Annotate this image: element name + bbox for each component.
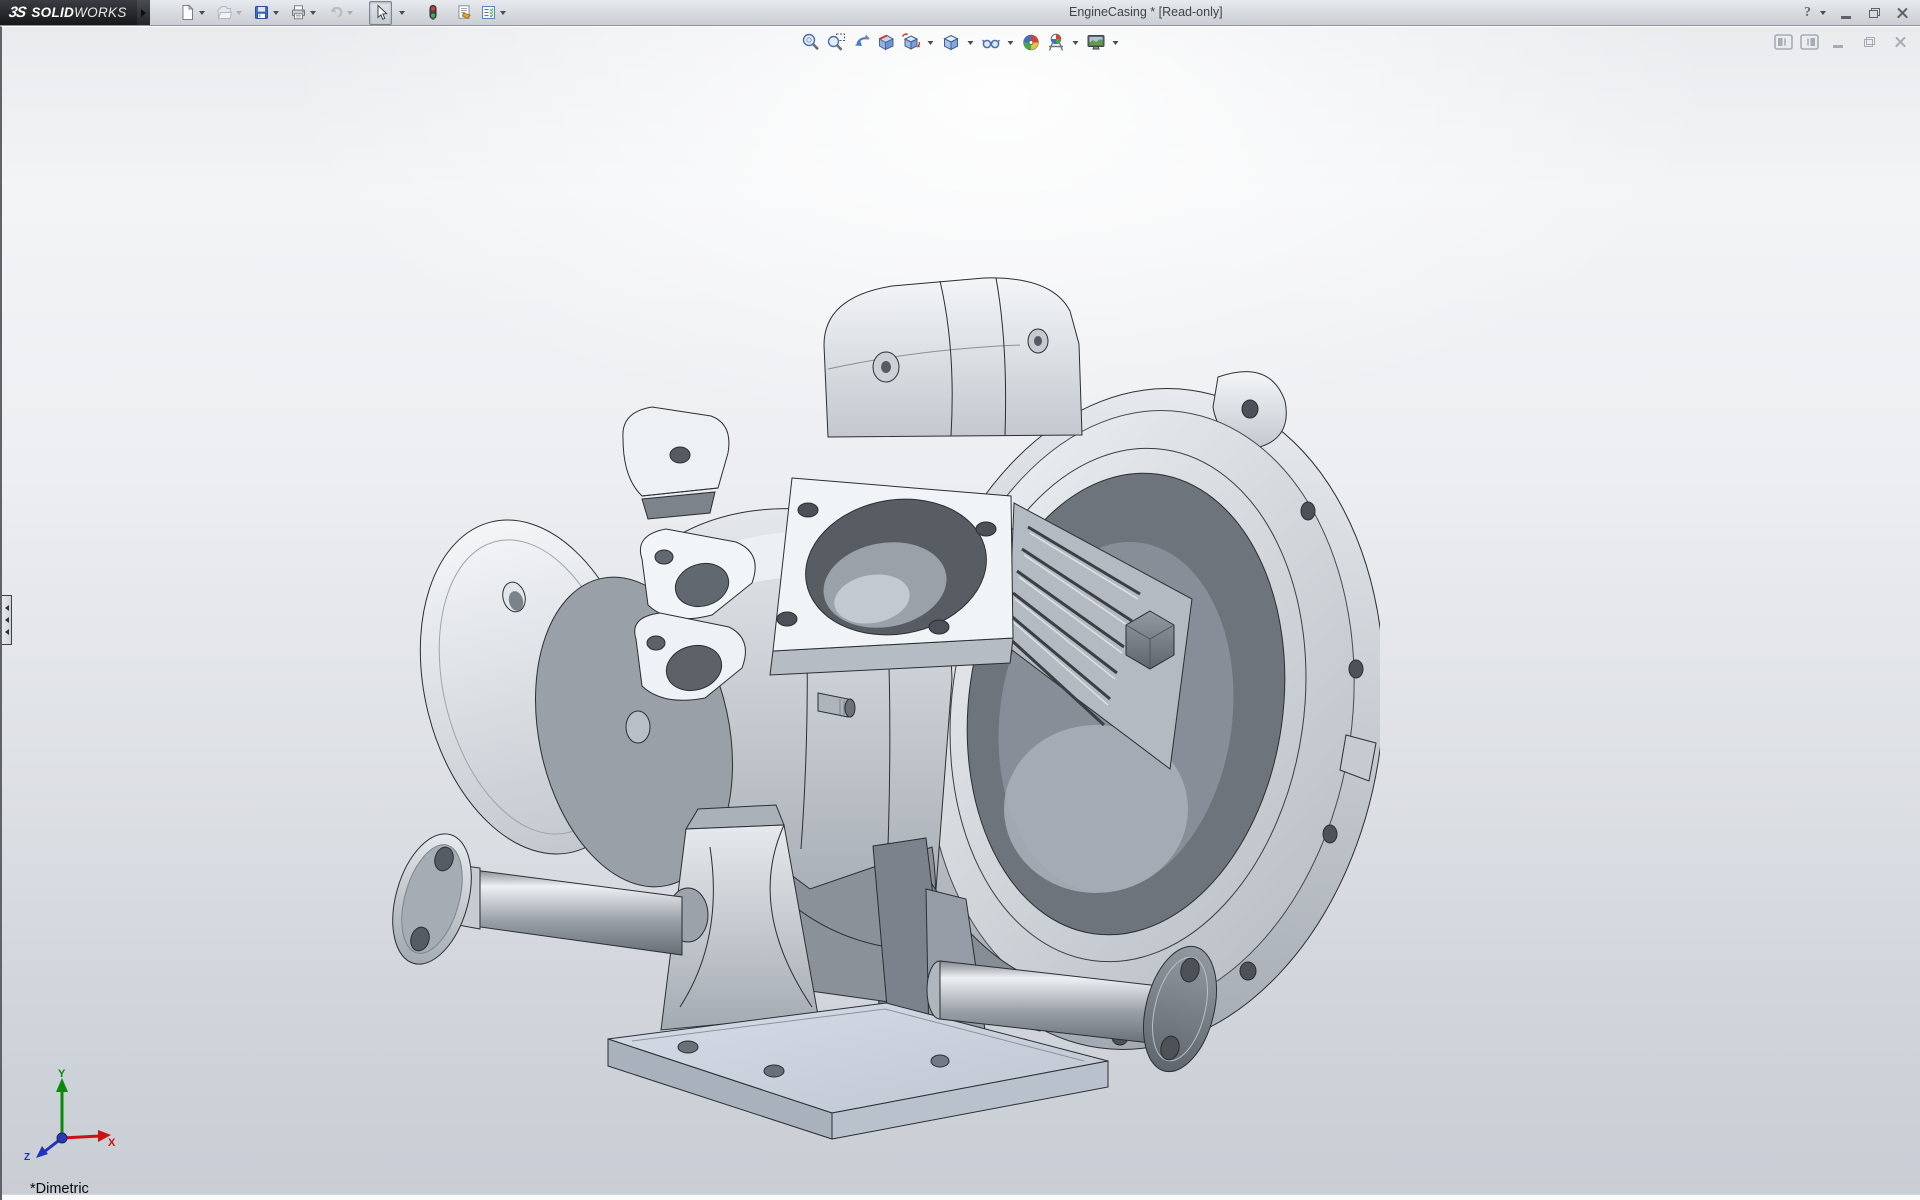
- reference-triad: Y X Z: [16, 1068, 116, 1160]
- print-icon: [290, 4, 307, 21]
- collapse-arrow-icon: [5, 617, 9, 623]
- rebuild-button[interactable]: [421, 1, 444, 25]
- view-settings-dropdown[interactable]: [1113, 41, 1119, 45]
- window-title: EngineCasing * [Read-only]: [1069, 0, 1223, 25]
- logo-text-works: WORKS: [74, 5, 127, 20]
- select-dropdown-button[interactable]: [393, 1, 412, 25]
- dassault-logo-mark: 3S: [8, 4, 27, 21]
- view-settings-icon: [1086, 32, 1107, 53]
- print-button[interactable]: [287, 1, 323, 25]
- status-bar-sliver: [2, 1194, 1920, 1200]
- main-toolbar: [176, 1, 513, 25]
- select-cursor-icon: [372, 4, 389, 21]
- view-orientation-button[interactable]: [900, 31, 923, 54]
- document-window-controls: [1774, 33, 1912, 51]
- flyout-triangle-icon: [141, 9, 146, 17]
- section-view-button[interactable]: [875, 31, 898, 54]
- apply-scene-dropdown[interactable]: [1073, 41, 1079, 45]
- save-dropdown-arrow[interactable]: [273, 11, 279, 15]
- doc-minimize-icon: [1833, 45, 1843, 48]
- part-manifold-lobes[interactable]: [623, 407, 755, 700]
- doc-close-icon: [1895, 37, 1906, 48]
- title-controls: ?: [1802, 0, 1914, 25]
- hide-show-items-icon: [981, 32, 1002, 53]
- close-icon: [1897, 7, 1908, 18]
- doc-restore-button[interactable]: [1857, 33, 1881, 51]
- file-properties-icon: [456, 4, 473, 21]
- solidworks-window: 3S SOLIDWORKS: [0, 0, 1920, 1200]
- view-orientation-label: *Dimetric: [30, 1181, 89, 1197]
- right-pane-toggle-icon[interactable]: [1800, 34, 1819, 50]
- apply-scene-button[interactable]: [1045, 31, 1068, 54]
- hide-show-dropdown[interactable]: [1008, 41, 1014, 45]
- edit-appearance-icon: [1021, 32, 1042, 53]
- options-dropdown-arrow[interactable]: [500, 11, 506, 15]
- title-bar: 3S SOLIDWORKS: [0, 0, 1920, 26]
- zoom-to-area-button[interactable]: [825, 31, 848, 54]
- doc-minimize-button[interactable]: [1826, 33, 1850, 51]
- open-dropdown-arrow[interactable]: [236, 11, 242, 15]
- display-style-button[interactable]: [940, 31, 963, 54]
- view-orientation-dropdown[interactable]: [928, 41, 934, 45]
- undo-icon: [327, 4, 344, 21]
- doc-restore-icon: [1864, 37, 1875, 47]
- app-restore-button[interactable]: [1862, 4, 1886, 22]
- engine-casing-model[interactable]: [380, 249, 1380, 1149]
- new-document-button[interactable]: [176, 1, 212, 25]
- part-top-cylinder-mount[interactable]: [824, 278, 1082, 437]
- restore-icon: [1869, 8, 1880, 18]
- edit-appearance-button[interactable]: [1020, 31, 1043, 54]
- triad-y-label: Y: [58, 1068, 66, 1080]
- zoom-to-area-icon: [826, 32, 847, 53]
- apply-scene-icon: [1046, 32, 1067, 53]
- open-button[interactable]: [213, 1, 249, 25]
- logo-text-solid: SOLID: [31, 5, 74, 20]
- zoom-to-fit-button[interactable]: [800, 31, 823, 54]
- section-view-icon: [876, 32, 897, 53]
- display-style-icon: [941, 32, 962, 53]
- collapse-arrow-icon: [5, 605, 9, 611]
- select-button[interactable]: [369, 1, 392, 25]
- file-properties-button[interactable]: [453, 1, 476, 25]
- app-minimize-button[interactable]: [1834, 4, 1858, 22]
- hide-show-items-button[interactable]: [980, 31, 1003, 54]
- minimize-icon: [1841, 16, 1851, 19]
- save-button[interactable]: [250, 1, 286, 25]
- undo-button[interactable]: [324, 1, 360, 25]
- rebuild-stoplight-icon: [424, 4, 441, 21]
- graphics-area[interactable]: Y X Z *Dimetric: [0, 26, 1920, 1200]
- previous-view-icon: [851, 32, 872, 53]
- previous-view-button[interactable]: [850, 31, 873, 54]
- save-floppy-icon: [253, 4, 270, 21]
- open-folder-icon: [216, 4, 233, 21]
- undo-dropdown-arrow[interactable]: [347, 11, 353, 15]
- new-dropdown-arrow[interactable]: [199, 11, 205, 15]
- options-button[interactable]: [477, 1, 513, 25]
- view-orientation-icon: [901, 32, 922, 53]
- solidworks-logo: 3S SOLIDWORKS: [0, 0, 137, 25]
- part-cylinder-flange[interactable]: [770, 478, 1013, 675]
- app-close-button[interactable]: [1890, 4, 1914, 22]
- help-button[interactable]: ?: [1802, 5, 1813, 21]
- left-pane-toggle-icon[interactable]: [1774, 34, 1793, 50]
- options-list-icon: [480, 4, 497, 21]
- feature-manager-collapsed-tab[interactable]: [2, 595, 12, 645]
- doc-close-button[interactable]: [1888, 33, 1912, 51]
- help-dropdown-arrow[interactable]: [1820, 11, 1826, 15]
- zoom-to-fit-icon: [801, 32, 822, 53]
- view-settings-button[interactable]: [1085, 31, 1108, 54]
- menu-flyout-arrow[interactable]: [137, 0, 150, 25]
- triad-x-label: X: [108, 1137, 116, 1149]
- headsup-view-toolbar: [800, 31, 1123, 54]
- display-style-dropdown[interactable]: [968, 41, 974, 45]
- new-document-icon: [179, 4, 196, 21]
- triad-z-label: Z: [24, 1152, 30, 1160]
- collapse-arrow-icon: [5, 629, 9, 635]
- select-dropdown-arrow: [399, 11, 405, 15]
- print-dropdown-arrow[interactable]: [310, 11, 316, 15]
